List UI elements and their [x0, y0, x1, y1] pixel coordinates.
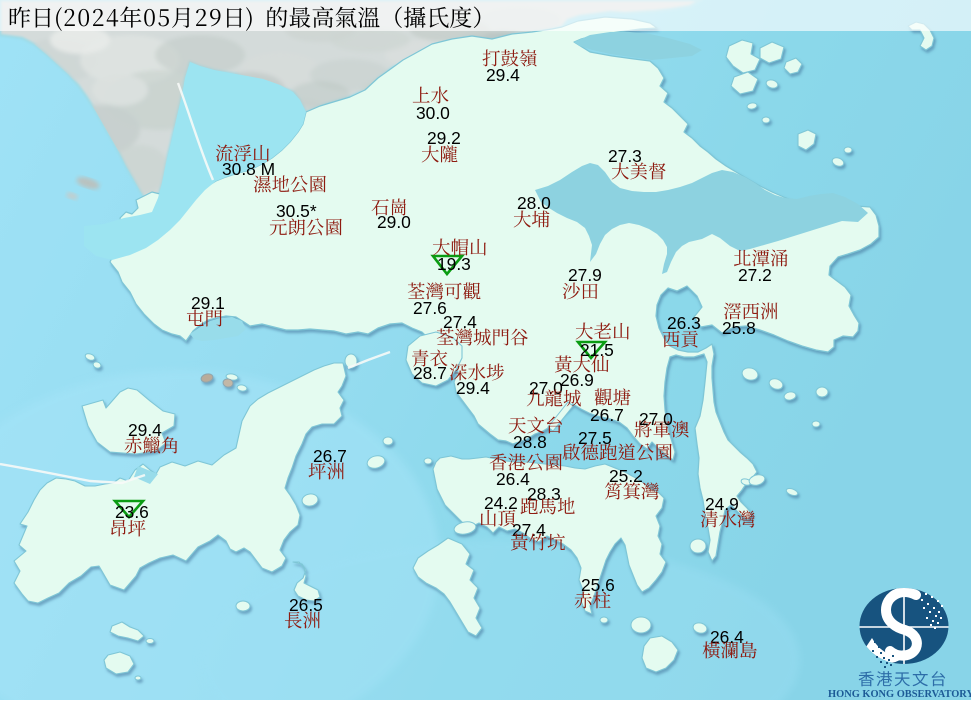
svg-text:30.5*: 30.5*: [276, 201, 317, 221]
svg-text:30.0: 30.0: [416, 103, 450, 123]
svg-text:29.4: 29.4: [486, 65, 520, 85]
svg-text:21.5: 21.5: [580, 340, 614, 360]
svg-text:23.6: 23.6: [115, 502, 149, 522]
svg-text:26.3: 26.3: [667, 313, 701, 333]
svg-text:30.8 M: 30.8 M: [222, 159, 275, 179]
svg-text:27.5: 27.5: [578, 428, 612, 448]
svg-text:29.4: 29.4: [456, 378, 490, 398]
svg-text:26.4: 26.4: [710, 627, 744, 647]
svg-text:24.9: 24.9: [705, 494, 739, 514]
svg-text:HONG KONG OBSERVATORY: HONG KONG OBSERVATORY: [828, 689, 971, 700]
svg-text:27.9: 27.9: [568, 265, 602, 285]
svg-text:19.3: 19.3: [437, 254, 471, 274]
svg-text:25.2: 25.2: [609, 466, 643, 486]
svg-text:26.4: 26.4: [496, 469, 530, 489]
svg-text:25.8: 25.8: [722, 318, 756, 338]
svg-text:28.8: 28.8: [513, 432, 547, 452]
svg-text:28.3: 28.3: [527, 484, 561, 504]
svg-text:27.4: 27.4: [512, 520, 546, 540]
svg-text:27.6: 27.6: [413, 298, 447, 318]
svg-text:27.4: 27.4: [443, 312, 477, 332]
svg-text:29.0: 29.0: [377, 212, 411, 232]
svg-text:27.2: 27.2: [738, 265, 772, 285]
svg-text:28.7: 28.7: [413, 363, 447, 383]
svg-text:26.9: 26.9: [560, 370, 594, 390]
svg-text:27.0: 27.0: [529, 378, 563, 398]
svg-text:28.0: 28.0: [517, 193, 551, 213]
svg-text:29.2: 29.2: [427, 128, 461, 148]
svg-text:27.3: 27.3: [608, 146, 642, 166]
svg-text:27.0: 27.0: [639, 409, 673, 429]
svg-text:26.7: 26.7: [590, 405, 624, 425]
svg-text:24.2: 24.2: [484, 493, 518, 513]
